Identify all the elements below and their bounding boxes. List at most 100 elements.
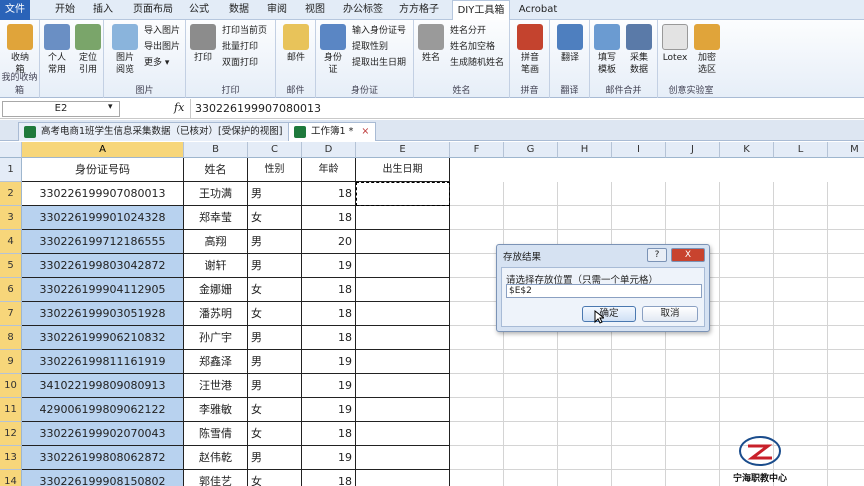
cell-sex[interactable]: 女 (248, 302, 302, 326)
cell-id[interactable]: 330226199808062872 (22, 446, 184, 470)
cell-m[interactable] (828, 182, 864, 206)
cell-g[interactable] (504, 446, 558, 470)
column-header-l[interactable]: L (774, 142, 828, 158)
cell-name[interactable]: 郑幸莹 (184, 206, 248, 230)
column-header-m[interactable]: M (828, 142, 864, 158)
cell-j[interactable] (666, 182, 720, 206)
cell-j[interactable] (666, 350, 720, 374)
column-header-g[interactable]: G (504, 142, 558, 158)
tab-diy-toolbox[interactable]: DIY工具箱 (452, 0, 510, 21)
cell-m[interactable] (828, 254, 864, 278)
cell-age[interactable]: 18 (302, 278, 356, 302)
cell-f[interactable] (450, 350, 504, 374)
cell-j[interactable] (666, 446, 720, 470)
cell-name[interactable]: 高翔 (184, 230, 248, 254)
column-header-e[interactable]: E (356, 142, 450, 158)
cell-m[interactable] (828, 326, 864, 350)
location-input[interactable]: $E$2 (506, 284, 702, 298)
cell-age[interactable]: 18 (302, 206, 356, 230)
cell-age[interactable]: 18 (302, 326, 356, 350)
cell-name[interactable]: 陈雪倩 (184, 422, 248, 446)
cell-sex[interactable]: 女 (248, 398, 302, 422)
name-button[interactable]: 姓名 (416, 24, 446, 64)
cell-l[interactable] (774, 350, 828, 374)
row-header[interactable]: 9 (0, 350, 22, 374)
cell-age[interactable]: 18 (302, 302, 356, 326)
cell-id[interactable]: 330226199908150802 (22, 470, 184, 486)
header-age[interactable]: 年龄 (302, 158, 356, 182)
tab-acrobat[interactable]: Acrobat (514, 0, 562, 20)
column-header-a[interactable]: A (22, 142, 184, 158)
cell-i[interactable] (612, 374, 666, 398)
tab-file[interactable]: 文件 (0, 0, 30, 20)
header-sex[interactable]: 性别 (248, 158, 302, 182)
row-header[interactable]: 4 (0, 230, 22, 254)
cell-name[interactable]: 谢轩 (184, 254, 248, 278)
cell-sex[interactable]: 男 (248, 326, 302, 350)
close-button[interactable]: X (671, 248, 705, 262)
cell-m[interactable] (828, 470, 864, 486)
row-header[interactable]: 6 (0, 278, 22, 302)
cell-age[interactable]: 18 (302, 470, 356, 486)
split-name-button[interactable]: 姓名分开 (450, 24, 486, 38)
cell-m[interactable] (828, 422, 864, 446)
cell-f[interactable] (450, 398, 504, 422)
locate-ref-button[interactable]: 定位 引用 (73, 24, 103, 76)
duplex-print-button[interactable]: 双面打印 (222, 56, 258, 70)
formula-input[interactable]: 330226199907080013 (190, 99, 860, 119)
cell-birth[interactable] (356, 326, 450, 350)
personal-common-button[interactable]: 个人 常用 (42, 24, 72, 76)
cell-id[interactable]: 330226199712186555 (22, 230, 184, 254)
column-header-j[interactable]: J (666, 142, 720, 158)
header-name[interactable]: 姓名 (184, 158, 248, 182)
select-all-corner[interactable] (0, 142, 22, 158)
lotex-button[interactable]: Lotex (660, 24, 690, 64)
tab-office-tabs[interactable]: 办公标签 (338, 0, 388, 20)
cell-l[interactable] (774, 326, 828, 350)
cell-id[interactable]: 330226199803042872 (22, 254, 184, 278)
cell-age[interactable]: 19 (302, 254, 356, 278)
cell-birth[interactable] (356, 374, 450, 398)
translate-button[interactable]: 翻译 (554, 24, 586, 64)
cell-f[interactable] (450, 470, 504, 486)
cell-sex[interactable]: 男 (248, 446, 302, 470)
cell-h[interactable] (558, 446, 612, 470)
cell-i[interactable] (612, 398, 666, 422)
export-image-button[interactable]: 导出图片 (144, 40, 180, 54)
header-id[interactable]: 身份证号码 (22, 158, 184, 182)
print-current-button[interactable]: 打印当前页 (222, 24, 267, 38)
cell-j[interactable] (666, 470, 720, 486)
row-header[interactable]: 5 (0, 254, 22, 278)
cell-sex[interactable]: 男 (248, 182, 302, 206)
cell-name[interactable]: 孙广宇 (184, 326, 248, 350)
input-id-button[interactable]: 输入身份证号 (352, 24, 406, 38)
cell-i[interactable] (612, 350, 666, 374)
cell-m[interactable] (828, 374, 864, 398)
row-header[interactable]: 8 (0, 326, 22, 350)
cancel-button[interactable]: 取消 (642, 306, 698, 322)
cell-name[interactable]: 潘苏明 (184, 302, 248, 326)
cell-h[interactable] (558, 422, 612, 446)
cell-sex[interactable]: 女 (248, 470, 302, 486)
mail-button[interactable]: 邮件 (280, 24, 312, 64)
cell-sex[interactable]: 女 (248, 422, 302, 446)
column-header-k[interactable]: K (720, 142, 774, 158)
help-button[interactable]: ? (647, 248, 667, 262)
name-space-button[interactable]: 姓名加空格 (450, 40, 495, 54)
column-header-d[interactable]: D (302, 142, 356, 158)
storage-box-button[interactable]: 收纳 箱 (4, 24, 36, 76)
column-header-c[interactable]: C (248, 142, 302, 158)
cell-g[interactable] (504, 422, 558, 446)
pinyin-button[interactable]: 拼音 笔画 (514, 24, 546, 76)
fill-template-button[interactable]: 填写 模板 (592, 24, 622, 76)
cell-id[interactable]: 429006199809062122 (22, 398, 184, 422)
cell-i[interactable] (612, 470, 666, 486)
cell-j[interactable] (666, 374, 720, 398)
tab-formulas[interactable]: 公式 (182, 0, 216, 20)
cell-birth[interactable] (356, 446, 450, 470)
cell-sex[interactable]: 女 (248, 206, 302, 230)
cell-j[interactable] (666, 422, 720, 446)
cell-id[interactable]: 330226199907080013 (22, 182, 184, 206)
row-header[interactable]: 7 (0, 302, 22, 326)
cell-age[interactable]: 20 (302, 230, 356, 254)
